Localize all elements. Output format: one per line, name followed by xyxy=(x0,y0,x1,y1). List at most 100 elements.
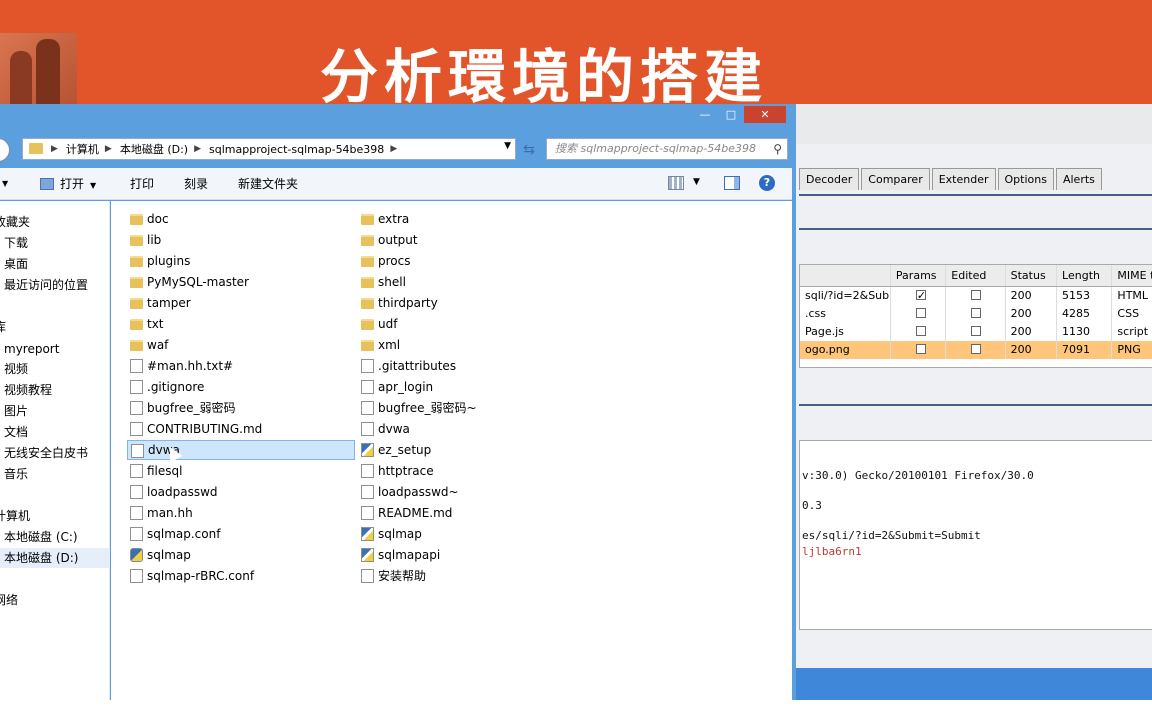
nav-desktop[interactable]: 桌面 xyxy=(4,254,28,274)
tab-alerts[interactable]: Alerts xyxy=(1055,168,1102,190)
refresh-icon[interactable]: ⇆ xyxy=(518,140,540,160)
file-item-apr-login[interactable]: apr_login xyxy=(358,377,586,397)
file-item-sqlmapapi[interactable]: sqlmapapi xyxy=(358,545,586,565)
params-checkbox[interactable] xyxy=(915,308,926,318)
chevron-down-icon[interactable]: ▼ xyxy=(0,175,8,189)
file-item-ez-setup[interactable]: ez_setup xyxy=(358,440,586,460)
nav-favorites[interactable]: 收藏夹 xyxy=(0,212,30,232)
table-row-selected[interactable]: ogo.png 200 7091 PNG xyxy=(800,341,1152,359)
tab-decoder[interactable]: Decoder xyxy=(799,168,860,190)
file-item-man-hh[interactable]: man.hh xyxy=(127,503,355,523)
edited-checkbox[interactable] xyxy=(971,326,982,336)
file-item-pymysql-master[interactable]: PyMySQL-master xyxy=(127,272,355,292)
file-item-output[interactable]: output xyxy=(358,230,586,250)
file-item-readme-md[interactable]: README.md xyxy=(358,503,586,523)
back-button[interactable] xyxy=(0,138,10,162)
file-item-gitignore[interactable]: .gitignore xyxy=(127,377,355,397)
open-button[interactable]: 打开 ▼ xyxy=(40,175,96,192)
col-mime[interactable]: MIME ty xyxy=(1112,265,1152,286)
file-item-bugfree[interactable]: bugfree_弱密码~ xyxy=(358,398,586,418)
nav-drive-d[interactable]: 本地磁盘 (D:) xyxy=(0,548,110,568)
nav-recent-places[interactable]: 最近访问的位置 xyxy=(4,275,88,295)
file-item-[interactable]: 安装帮助 xyxy=(358,566,586,586)
file-item-sqlmap-rbrc-conf[interactable]: sqlmap-rBRC.conf xyxy=(127,566,355,586)
chevron-right-icon[interactable]: ▶ xyxy=(194,144,201,154)
col-edited[interactable]: Edited xyxy=(946,265,1006,286)
help-icon[interactable]: ? xyxy=(759,175,775,191)
maximize-button[interactable]: □ xyxy=(718,106,744,123)
breadcrumb-drive-d[interactable]: 本地磁盘 (D:) xyxy=(120,141,188,157)
chevron-right-icon[interactable]: ▶ xyxy=(390,144,397,154)
file-item-man-hh-txt[interactable]: #man.hh.txt# xyxy=(127,356,355,376)
tab-options[interactable]: Options xyxy=(997,168,1054,190)
col-url[interactable] xyxy=(800,265,891,286)
burn-button[interactable]: 刻录 xyxy=(184,175,208,192)
col-length[interactable]: Length xyxy=(1057,265,1113,286)
nav-wireless-whitepaper[interactable]: 无线安全白皮书 xyxy=(4,443,88,463)
nav-network[interactable]: 网络 xyxy=(0,590,18,610)
col-status[interactable]: Status xyxy=(1006,265,1058,286)
file-item-sqlmap-conf[interactable]: sqlmap.conf xyxy=(127,524,355,544)
file-item-xml[interactable]: xml xyxy=(358,335,586,355)
file-item-httptrace[interactable]: httptrace xyxy=(358,461,586,481)
edited-checkbox[interactable] xyxy=(971,290,982,300)
chevron-right-icon[interactable]: ▶ xyxy=(105,144,112,154)
file-item-bugfree[interactable]: bugfree_弱密码 xyxy=(127,398,355,418)
file-item-procs[interactable]: procs xyxy=(358,251,586,271)
nav-video-tutorials[interactable]: 视频教程 xyxy=(4,380,52,400)
file-item-plugins[interactable]: plugins xyxy=(127,251,355,271)
address-bar[interactable]: ▶ 计算机 ▶ 本地磁盘 (D:) ▶ sqlmapproject-sqlmap… xyxy=(22,138,516,160)
file-item-dvwa[interactable]: dvwa xyxy=(127,440,355,460)
close-button[interactable]: ✕ xyxy=(744,106,786,123)
table-row[interactable]: .css 200 4285 CSS xyxy=(800,305,1152,323)
edited-checkbox[interactable] xyxy=(971,344,982,354)
print-button[interactable]: 打印 xyxy=(130,175,154,192)
file-item-udf[interactable]: udf xyxy=(358,314,586,334)
nav-myreport[interactable]: myreport xyxy=(4,339,59,359)
chevron-down-icon[interactable]: ▼ xyxy=(504,141,511,151)
file-item-extra[interactable]: extra xyxy=(358,209,586,229)
tab-comparer[interactable]: Comparer xyxy=(861,168,930,190)
preview-pane-icon[interactable] xyxy=(724,176,740,190)
file-item-thirdparty[interactable]: thirdparty xyxy=(358,293,586,313)
view-options-icon[interactable] xyxy=(668,176,684,190)
params-checkbox[interactable] xyxy=(915,344,926,354)
chevron-down-icon[interactable]: ▼ xyxy=(693,177,700,187)
file-item-waf[interactable]: waf xyxy=(127,335,355,355)
file-item-lib[interactable]: lib xyxy=(127,230,355,250)
request-viewer[interactable]: v:30.0) Gecko/20100101 Firefox/30.0 0.3 … xyxy=(799,440,1152,630)
nav-libraries[interactable]: 库 xyxy=(0,317,6,337)
nav-pictures[interactable]: 图片 xyxy=(4,401,28,421)
file-item-gitattributes[interactable]: .gitattributes xyxy=(358,356,586,376)
breadcrumb-computer[interactable]: 计算机 xyxy=(66,141,99,157)
breadcrumb-sqlmap[interactable]: sqlmapproject-sqlmap-54be398 xyxy=(209,143,384,156)
params-checkbox[interactable] xyxy=(915,326,926,336)
file-item-txt[interactable]: txt xyxy=(127,314,355,334)
nav-videos[interactable]: 视频 xyxy=(4,359,28,379)
table-row[interactable]: Page.js 200 1130 script xyxy=(800,323,1152,341)
params-checkbox[interactable] xyxy=(915,287,926,305)
nav-drive-c[interactable]: 本地磁盘 (C:) xyxy=(4,527,78,547)
file-item-sqlmap[interactable]: sqlmap xyxy=(358,524,586,544)
nav-computer[interactable]: 计算机 xyxy=(0,506,30,526)
file-item-shell[interactable]: shell xyxy=(358,272,586,292)
search-input[interactable]: 搜索 sqlmapproject-sqlmap-54be398 ⚲ xyxy=(546,138,788,160)
new-folder-button[interactable]: 新建文件夹 xyxy=(238,175,298,192)
file-item-dvwa[interactable]: dvwa xyxy=(358,419,586,439)
table-row[interactable]: sqli/?id=2&Submit... 200 5153 HTML xyxy=(800,287,1152,305)
file-item-loadpasswd[interactable]: loadpasswd~ xyxy=(358,482,586,502)
nav-downloads[interactable]: 下载 xyxy=(4,233,28,253)
edited-checkbox[interactable] xyxy=(971,308,982,318)
file-item-doc[interactable]: doc xyxy=(127,209,355,229)
col-params[interactable]: Params xyxy=(891,265,947,286)
search-icon[interactable]: ⚲ xyxy=(773,139,782,159)
file-item-sqlmap[interactable]: sqlmap xyxy=(127,545,355,565)
file-item-contributing-md[interactable]: CONTRIBUTING.md xyxy=(127,419,355,439)
tab-extender[interactable]: Extender xyxy=(931,168,996,190)
file-item-loadpasswd[interactable]: loadpasswd xyxy=(127,482,355,502)
nav-documents[interactable]: 文档 xyxy=(4,422,28,442)
nav-music[interactable]: 音乐 xyxy=(4,464,28,484)
file-item-tamper[interactable]: tamper xyxy=(127,293,355,313)
file-item-filesql[interactable]: filesql xyxy=(127,461,355,481)
minimize-button[interactable]: — xyxy=(692,106,718,123)
